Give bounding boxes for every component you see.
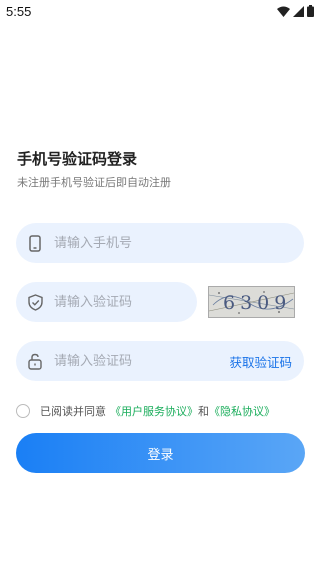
user-agreement-link[interactable]: 《用户服务协议》: [110, 403, 198, 419]
wifi-icon: [277, 6, 290, 17]
sms-code-field[interactable]: 获取验证码: [16, 341, 304, 381]
shield-check-icon: [26, 293, 44, 311]
sms-code-input[interactable]: [52, 352, 230, 370]
signal-icon: [293, 5, 304, 17]
phone-field[interactable]: [16, 223, 304, 263]
status-time: 5:55: [6, 4, 32, 19]
login-button[interactable]: 登录: [16, 433, 305, 473]
status-bar: 5:55: [0, 0, 320, 24]
captcha-input[interactable]: [52, 293, 197, 311]
page-subtitle: 未注册手机号验证后即自动注册: [17, 176, 171, 189]
get-code-button[interactable]: 获取验证码: [229, 352, 292, 371]
captcha-text: 6309: [223, 292, 291, 314]
agreement-conjunction: 和: [198, 405, 209, 418]
status-icons: [277, 5, 314, 17]
phone-input[interactable]: [52, 234, 304, 252]
agreement-prefix: 已阅读并同意: [40, 405, 106, 418]
agree-checkbox[interactable]: [16, 404, 30, 418]
page-title: 手机号验证码登录: [17, 150, 138, 168]
phone-icon: [26, 234, 44, 252]
privacy-policy-link[interactable]: 《隐私协议》: [209, 403, 275, 419]
agreement-row: 已阅读并同意 《用户服务协议》 和 《隐私协议》: [16, 403, 275, 419]
lock-icon: [26, 352, 44, 370]
captcha-field[interactable]: [16, 282, 197, 322]
battery-icon: [307, 5, 314, 17]
captcha-image[interactable]: 6309: [208, 286, 295, 318]
